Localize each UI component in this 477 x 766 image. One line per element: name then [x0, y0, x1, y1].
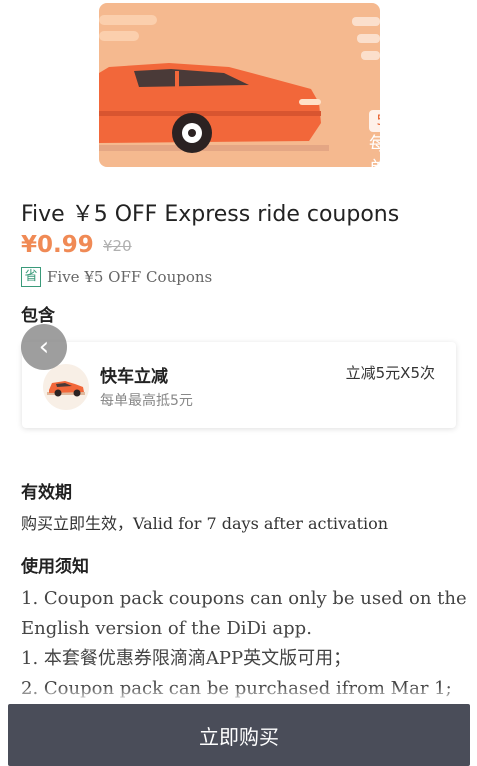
- save-text: Five ¥5 OFF Coupons: [47, 268, 213, 286]
- car-illustration: [99, 15, 380, 153]
- chevron-left-icon: ‹: [38, 332, 50, 362]
- hero-banner: 5次 ¥ 5 每单立减: [99, 3, 380, 167]
- original-price: ¥20: [103, 237, 132, 255]
- validity-text-zh: 购买立即生效，: [21, 514, 134, 533]
- savings-row: 省 Five ¥5 OFF Coupons: [21, 266, 212, 288]
- notes-line: 1. 本套餐优惠券限滴滴APP英文版可用；: [21, 648, 352, 669]
- back-button[interactable]: ‹: [21, 324, 67, 370]
- coupon-subtitle: 每单最高抵5元: [100, 393, 193, 409]
- coupon-amount: 立减5元X5次: [345, 364, 435, 382]
- scroll-fade: [0, 686, 477, 704]
- notes-line: English version of the DiDi app.: [21, 618, 312, 639]
- buy-now-button[interactable]: 立即购买: [8, 704, 470, 766]
- save-tag: 省: [21, 267, 41, 287]
- product-title: Five ￥5 OFF Express ride coupons: [21, 202, 400, 227]
- car-icon: [43, 364, 89, 410]
- hero-badge: 5次: [369, 110, 380, 132]
- validity-heading: 有效期: [21, 483, 72, 503]
- validity-text: 购买立即生效，Valid for 7 days after activation: [21, 510, 388, 534]
- coupon-card[interactable]: 快车立减 每单最高抵5元 立减5元X5次: [22, 342, 456, 428]
- includes-heading: 包含: [21, 306, 55, 326]
- notes-line: 1. Coupon pack coupons can only be used …: [21, 588, 467, 609]
- validity-text-en: Valid for 7 days after activation: [133, 514, 389, 533]
- hero-per-ride: 每单立减: [369, 134, 380, 167]
- coupon-name: 快车立减: [100, 367, 168, 387]
- notes-heading: 使用须知: [21, 557, 89, 577]
- price: ¥0.99: [21, 232, 94, 258]
